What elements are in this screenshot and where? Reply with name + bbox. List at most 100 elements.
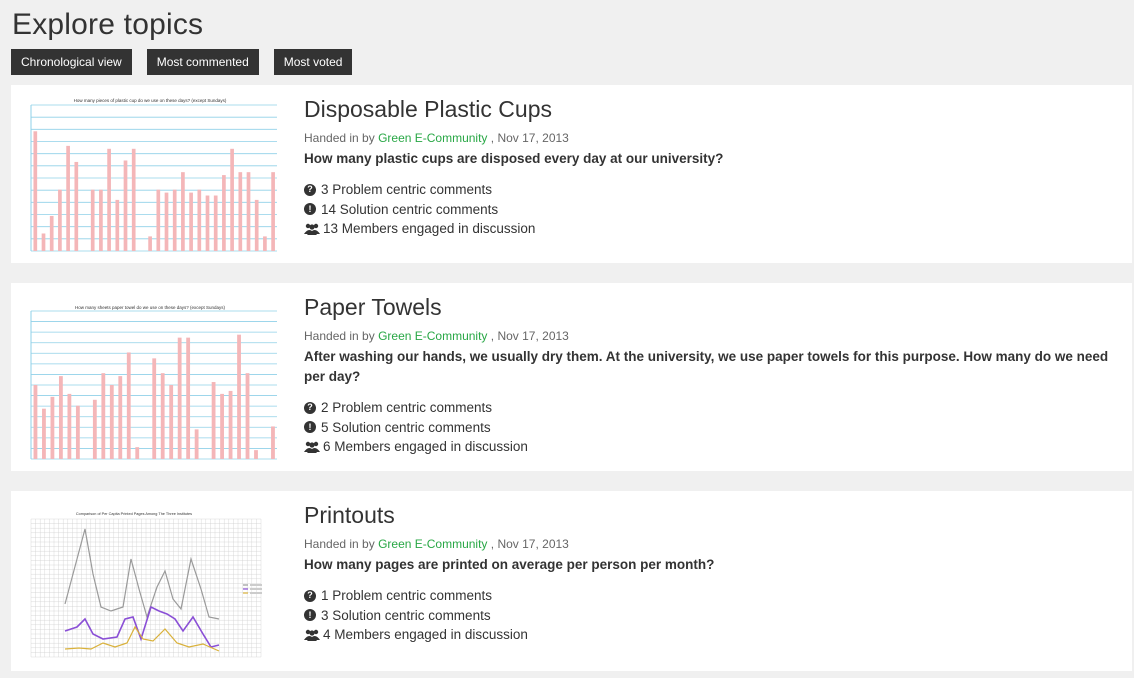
thumb-bar (58, 189, 62, 251)
thumb-bar (220, 393, 224, 459)
thumb-bar (67, 393, 72, 459)
thumb-bar (42, 408, 46, 459)
thumb-bar (101, 373, 106, 459)
topic-card: Comparison of Per Capita Printed Pages A… (11, 491, 1132, 671)
meta-prefix: Handed in by (304, 537, 375, 551)
topic-meta: Handed in by Green E-Community , Nov 17,… (304, 329, 1112, 343)
topic-title[interactable]: Paper Towels (304, 294, 1112, 321)
bar-chart-thumbnail: How many sheets paper towel do we use on… (30, 305, 277, 460)
thumb-bar (186, 337, 191, 459)
exclamation-circle-icon: ! (304, 203, 316, 216)
thumb-bar (254, 199, 259, 251)
thumb-bar (33, 385, 38, 459)
thumb-bar (90, 189, 95, 251)
thumb-bar (271, 172, 275, 251)
users-icon (304, 629, 320, 641)
thumb-bar (181, 172, 185, 251)
thumb-bar (49, 215, 54, 251)
thumb-bar (271, 426, 275, 459)
thumb-line (64, 605, 220, 648)
solution-comments-label: 5 Solution centric comments (321, 419, 491, 435)
solution-comments-label: 3 Solution centric comments (321, 607, 491, 623)
topic-question: How many plastic cups are disposed every… (304, 151, 724, 166)
topic-thumbnail[interactable]: Comparison of Per Capita Printed Pages A… (19, 499, 281, 663)
thumb-bar (115, 199, 120, 251)
solution-comments: ! 14 Solution centric comments (304, 200, 1112, 220)
topic-date: , Nov 17, 2013 (490, 537, 569, 551)
exclamation-circle-icon: ! (304, 421, 316, 434)
thumb-bar (205, 195, 210, 251)
question-circle-icon: ? (304, 401, 316, 414)
thumb-bar (131, 148, 136, 251)
question-circle-icon: ? (304, 589, 316, 602)
topic-question: How many pages are printed on average pe… (304, 557, 715, 572)
thumb-bar (172, 189, 177, 251)
legend-text-placeholder (250, 592, 262, 594)
thumb-bar (160, 373, 165, 459)
thumb-bar (152, 358, 157, 459)
users-icon (304, 441, 320, 453)
topic-title[interactable]: Disposable Plastic Cups (304, 96, 1112, 123)
thumb-bar (41, 233, 46, 251)
problem-comments: ? 2 Problem centric comments (304, 398, 1112, 418)
members-engaged: 6 Members engaged in discussion (304, 437, 1112, 457)
thumb-bar (33, 131, 38, 251)
solution-comments-label: 14 Solution centric comments (321, 201, 499, 217)
thumb-chart-title: How many pieces of plastic cup do we use… (74, 98, 227, 103)
problem-comments-label: 2 Problem centric comments (321, 400, 493, 415)
members-label: 6 Members engaged in discussion (323, 439, 528, 454)
thumb-bar (118, 376, 123, 459)
thumb-bar (246, 172, 251, 251)
members-label: 4 Members engaged in discussion (323, 627, 528, 642)
thumb-bar (177, 337, 182, 459)
thumb-bar (263, 236, 267, 251)
thumb-chart-title: How many sheets paper towel do we use on… (75, 305, 226, 310)
topic-date: , Nov 17, 2013 (490, 131, 569, 145)
legend-text-placeholder (250, 584, 262, 586)
author-link[interactable]: Green E-Community (378, 537, 487, 551)
line-chart-thumbnail: Comparison of Per Capita Printed Pages A… (30, 512, 262, 658)
exclamation-circle-icon: ! (304, 609, 316, 622)
thumb-bar (74, 161, 79, 251)
topic-date: , Nov 17, 2013 (490, 329, 569, 343)
question-circle-icon: ? (304, 183, 316, 196)
thumb-bar (211, 382, 216, 459)
author-link[interactable]: Green E-Community (378, 131, 487, 145)
topic-title[interactable]: Printouts (304, 502, 1112, 529)
thumb-bar (164, 192, 169, 251)
thumb-bar (50, 396, 55, 459)
thumb-bar (92, 399, 97, 459)
author-link[interactable]: Green E-Community (378, 329, 487, 343)
thumb-bar (197, 189, 202, 251)
solution-comments: ! 3 Solution centric comments (304, 606, 1112, 626)
thumb-bar (245, 373, 250, 459)
thumb-bar (109, 385, 114, 459)
members-engaged: 13 Members engaged in discussion (304, 219, 1112, 239)
problem-comments: ? 1 Problem centric comments (304, 586, 1112, 606)
thumb-bar (237, 334, 241, 459)
legend-text-placeholder (250, 588, 262, 590)
thumb-bar (228, 390, 233, 459)
thumb-bar (222, 175, 226, 251)
chronological-view-button[interactable]: Chronological view (11, 49, 132, 75)
thumb-bar (126, 352, 131, 459)
members-label: 13 Members engaged in discussion (323, 221, 536, 236)
topic-question: After washing our hands, we usually dry … (304, 349, 1109, 384)
topic-card: How many pieces of plastic cup do we use… (11, 85, 1132, 263)
meta-prefix: Handed in by (304, 329, 375, 343)
thumb-bar (238, 172, 243, 251)
users-icon (304, 223, 320, 235)
topic-meta: Handed in by Green E-Community , Nov 17,… (304, 537, 1112, 551)
problem-comments-label: 3 Problem centric comments (321, 182, 493, 197)
most-voted-button[interactable]: Most voted (273, 49, 353, 75)
thumb-bar (213, 195, 218, 251)
solution-comments: ! 5 Solution centric comments (304, 418, 1112, 438)
topic-thumbnail[interactable]: How many pieces of plastic cup do we use… (19, 93, 281, 255)
thumb-bar (254, 450, 258, 459)
page-title: Explore topics (12, 8, 204, 41)
thumb-bar (230, 148, 234, 251)
thumb-bar (135, 447, 140, 459)
thumb-bar (194, 429, 199, 459)
most-commented-button[interactable]: Most commented (146, 49, 259, 75)
topic-thumbnail[interactable]: How many sheets paper towel do we use on… (19, 291, 281, 463)
